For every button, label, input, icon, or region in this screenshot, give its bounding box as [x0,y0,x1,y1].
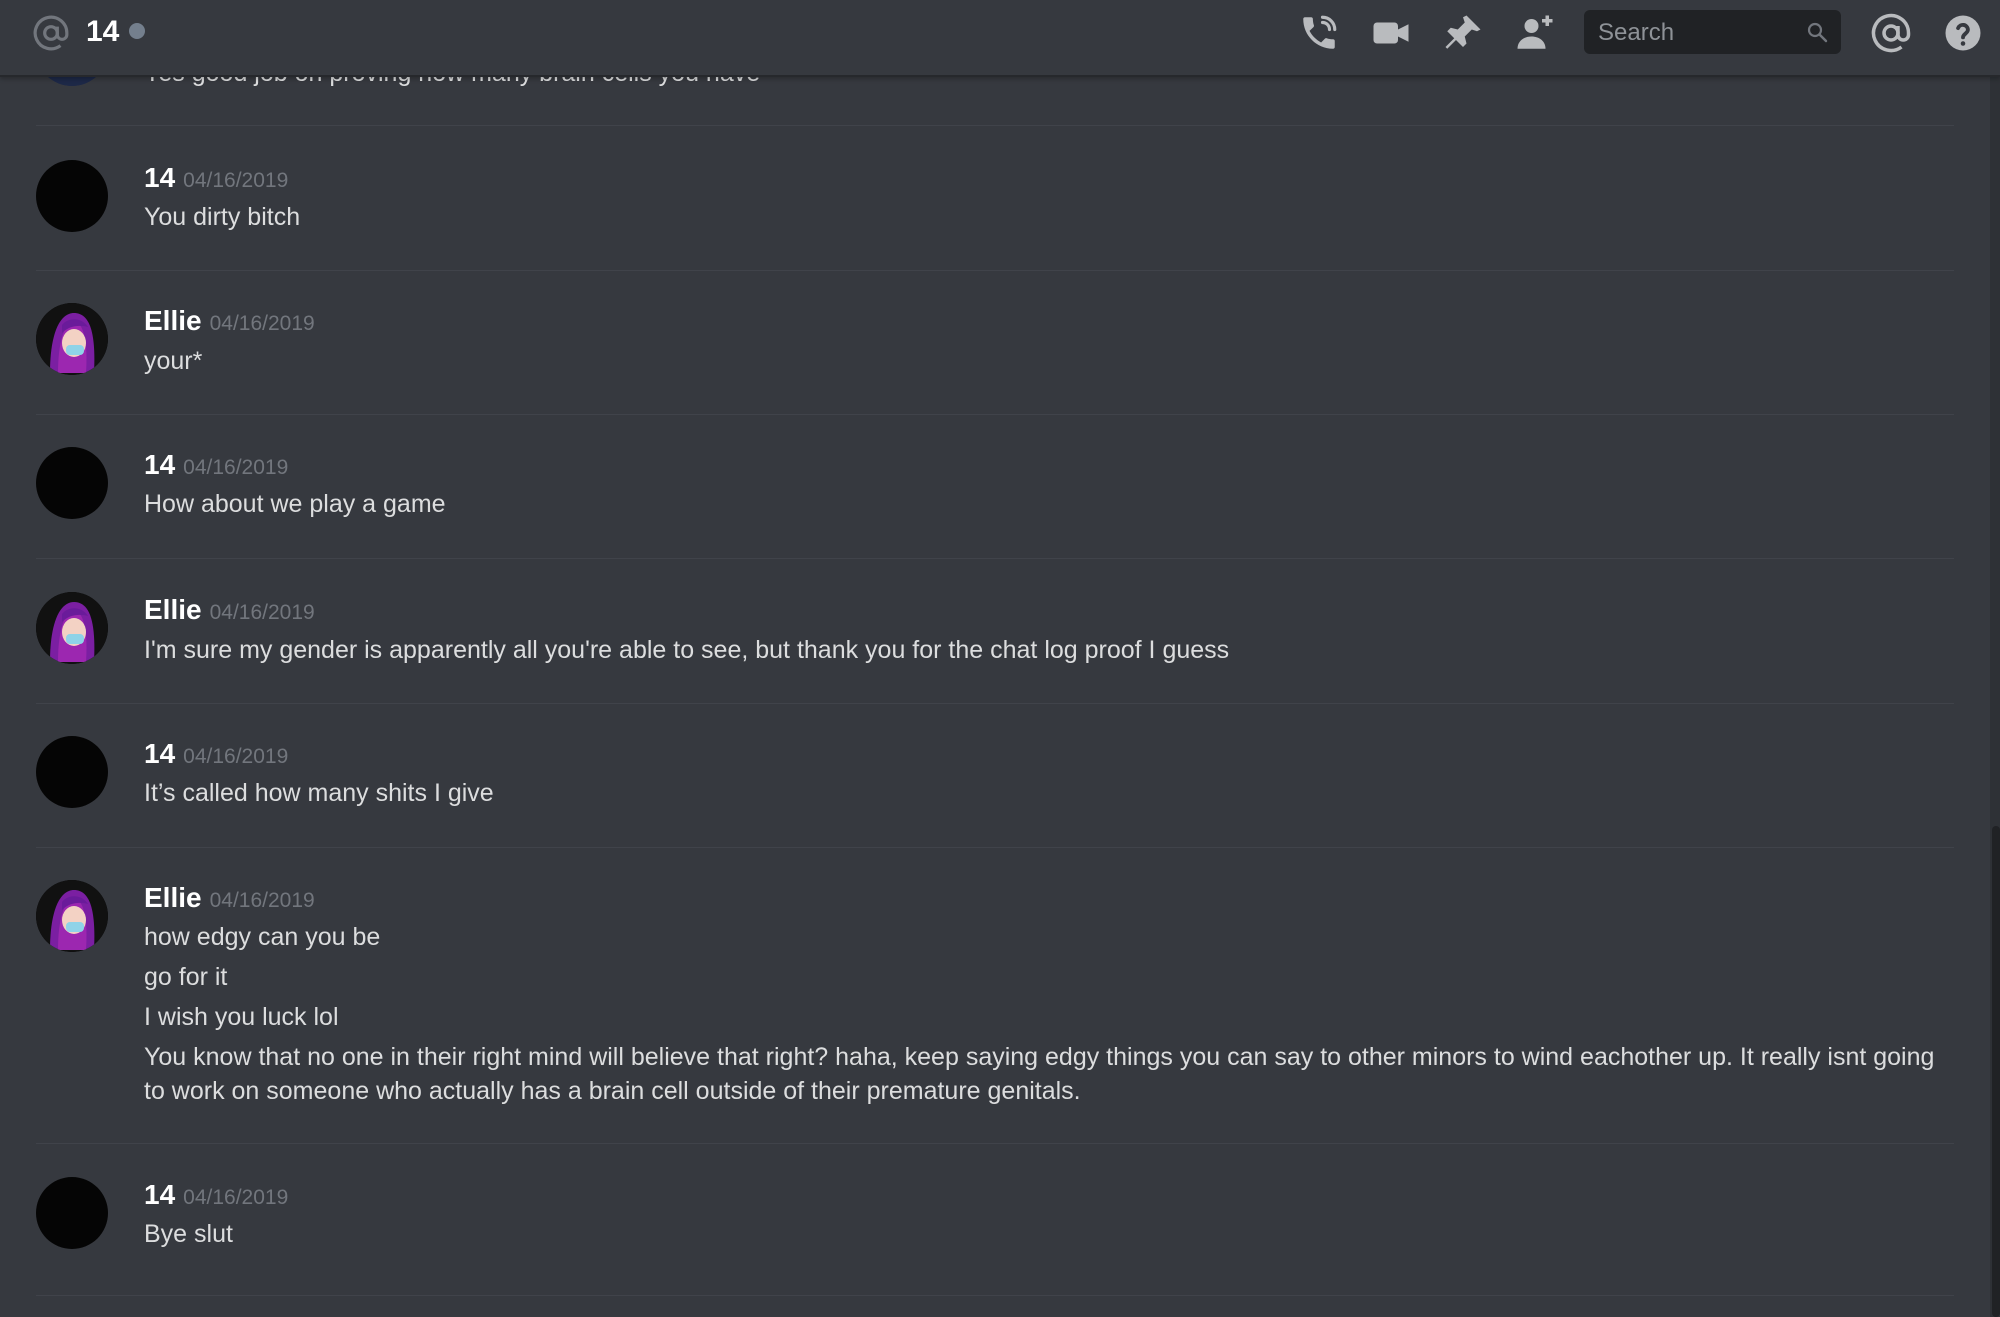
message-divider [36,703,1954,704]
message-header: 14 04/16/2019 [144,1179,288,1211]
timestamp: 04/16/2019 [183,745,289,768]
message-header: Ellie 04/16/2019 [144,594,315,626]
message-divider [36,270,1954,271]
channel-name: 14 [86,15,120,48]
timestamp: 04/16/2019 [209,601,315,624]
timestamp: 04/16/2019 [183,1186,289,1209]
phone-call-icon[interactable] [1298,12,1340,54]
message-divider [36,1143,1954,1144]
message-text: You know that no one in their right mind… [144,1043,1935,1105]
scrollbar-thumb[interactable] [1992,826,2000,1317]
timestamp: 04/16/2019 [183,456,289,479]
message-list: GRAPHICS Yes good job on proving how man… [0,0,1990,1317]
timestamp: 04/16/2019 [183,169,289,192]
message-divider [36,125,1954,126]
avatar[interactable] [36,160,108,232]
message-header: 14 04/16/2019 [144,162,288,194]
author-name[interactable]: Ellie [144,305,202,336]
channel-header: 14 [0,0,2000,77]
message-text: go for it [144,963,228,991]
search-input[interactable] [1596,10,1800,56]
author-name[interactable]: Ellie [144,594,202,625]
status-indicator [129,23,145,39]
message-header: Ellie 04/16/2019 [144,305,315,337]
avatar[interactable] [36,447,108,519]
author-name[interactable]: Ellie [144,882,202,913]
author-name[interactable]: 14 [144,1179,175,1210]
ellie-avatar[interactable] [36,592,108,664]
add-friend-icon[interactable] [1514,12,1556,54]
video-icon[interactable] [1370,12,1412,54]
at-icon [33,15,69,51]
message-divider [36,414,1954,415]
search-icon[interactable] [1805,20,1829,44]
message-header: 14 04/16/2019 [144,738,288,770]
message-divider [36,1295,1954,1296]
ellie-avatar[interactable] [36,880,108,952]
ellie-avatar[interactable] [36,303,108,375]
message-text: your* [144,347,203,375]
help-icon[interactable] [1942,12,1984,54]
author-name[interactable]: 14 [144,449,175,480]
message-text: Bye slut [144,1220,233,1248]
avatar[interactable] [36,1177,108,1249]
message-divider [36,558,1954,559]
timestamp: 04/16/2019 [209,889,315,912]
message-text: How about we play a game [144,490,446,518]
message-text: You dirty bitch [144,203,301,231]
message-header: 14 04/16/2019 [144,449,288,481]
message-header: Ellie 04/16/2019 [144,882,315,914]
message-text: I'm sure my gender is apparently all you… [144,636,1230,664]
dm-window: GRAPHICS Yes good job on proving how man… [0,0,2000,1317]
author-name[interactable]: 14 [144,738,175,769]
message-text: how edgy can you be [144,923,381,951]
message-text: It’s called how many shits I give [144,779,494,807]
timestamp: 04/16/2019 [209,312,315,335]
search-box[interactable] [1584,10,1841,56]
message-text: I wish you luck lol [144,1003,339,1031]
pin-icon[interactable] [1442,12,1484,54]
author-name[interactable]: 14 [144,162,175,193]
message-divider [36,847,1954,848]
avatar[interactable] [36,736,108,808]
mention-icon[interactable] [1870,12,1912,54]
